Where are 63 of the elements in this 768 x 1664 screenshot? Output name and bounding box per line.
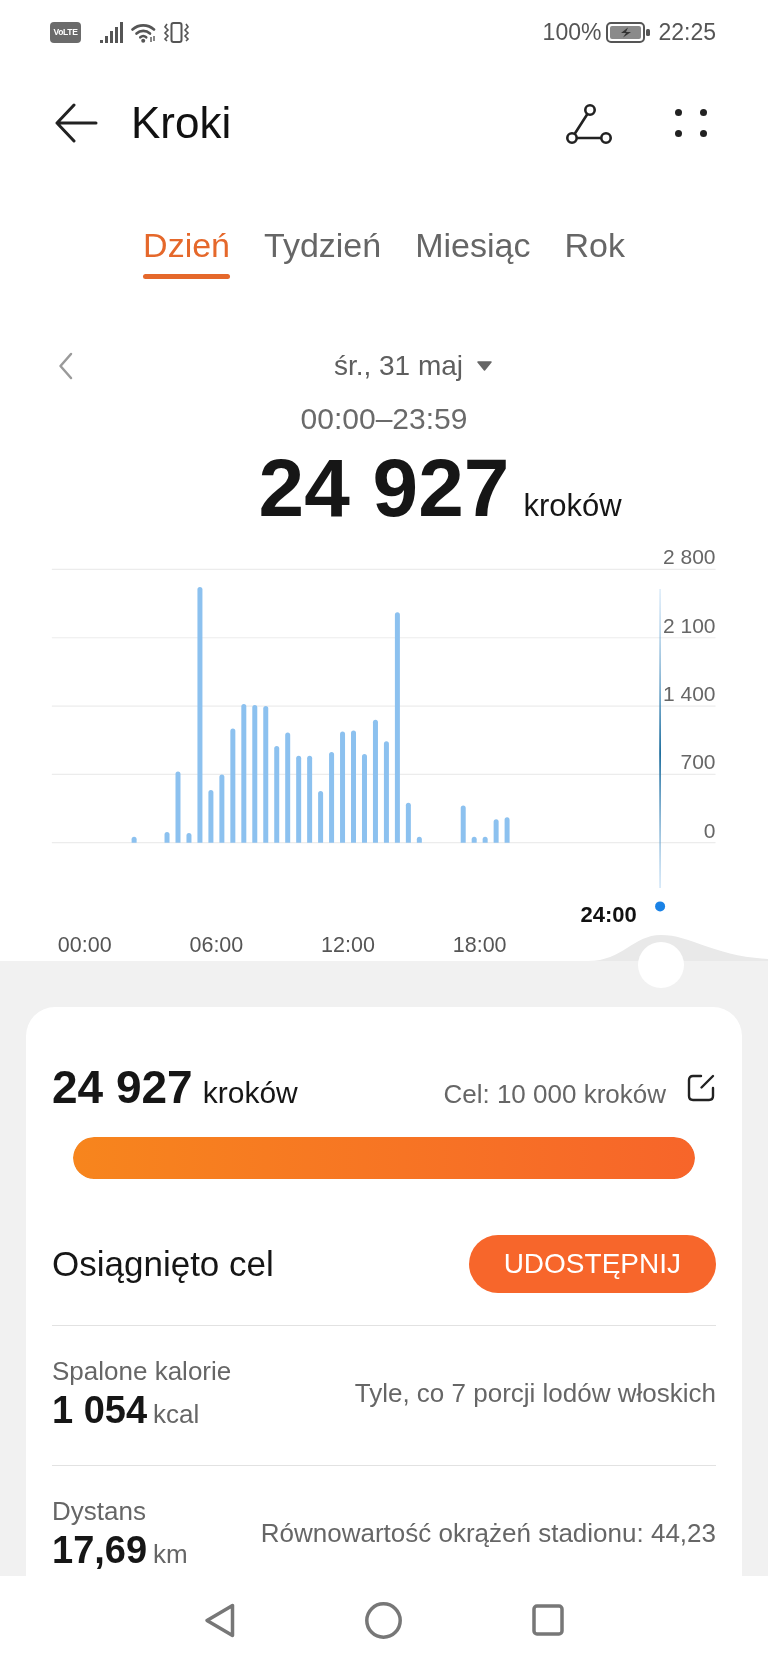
- vibrate-icon: [163, 21, 190, 43]
- stat-label: Spalone kalorie: [52, 1356, 232, 1387]
- caret-down-icon: [477, 361, 493, 371]
- chevron-left-icon[interactable]: [58, 352, 73, 380]
- y-axis-label: 0: [703, 818, 716, 842]
- battery-percent: 100%: [542, 18, 602, 46]
- chart-bar: [208, 790, 214, 843]
- chart-bar: [416, 836, 422, 843]
- goal-status: Osiągnięto cel: [52, 1244, 274, 1284]
- y-axis-label: 1 400: [662, 682, 716, 706]
- chart-bar: [482, 836, 488, 843]
- recent-apps-icon[interactable]: [532, 1604, 564, 1636]
- signal-icon: [100, 21, 123, 43]
- stat-value: 1 054: [52, 1391, 148, 1429]
- period-tab[interactable]: Dzień: [143, 225, 230, 279]
- chart-bar: [493, 819, 499, 843]
- chart-bar: [164, 831, 170, 843]
- clock-time: 22:25: [658, 18, 716, 46]
- x-axis-label: 06:00: [189, 933, 244, 958]
- steps-unit: kroków: [523, 488, 622, 524]
- stat-comparison: Równowartość okrążeń stadionu: 44,23: [260, 1517, 716, 1549]
- chart-bar: [471, 836, 477, 843]
- cursor-dot-icon: [655, 901, 666, 912]
- x-axis-label: 12:00: [321, 933, 375, 958]
- share-button[interactable]: UDOSTĘPNIJ: [468, 1235, 716, 1293]
- chart-bar: [186, 832, 192, 843]
- y-axis-label: 2 100: [662, 613, 716, 637]
- volte-badge: VoLTE: [50, 21, 81, 43]
- y-axis-label: 700: [680, 750, 716, 774]
- home-icon[interactable]: [365, 1601, 402, 1639]
- x-axis-label: 00:00: [57, 933, 112, 958]
- wifi-icon: [131, 21, 157, 43]
- stat-unit: kcal: [153, 1399, 200, 1430]
- more-menu-icon[interactable]: [675, 109, 707, 137]
- battery-icon: [606, 21, 651, 43]
- cursor-time-label: 24:00: [580, 902, 637, 927]
- period-tab[interactable]: Rok: [564, 225, 625, 279]
- edit-icon[interactable]: [686, 1073, 716, 1103]
- back-icon[interactable]: [204, 1602, 235, 1638]
- chart-bar: [405, 802, 411, 843]
- chart-bar: [175, 771, 181, 843]
- x-axis-label: 18:00: [452, 933, 507, 958]
- period-tab[interactable]: Miesiąc: [415, 225, 531, 279]
- steps-count: 24 927: [52, 1064, 193, 1110]
- stat-label: Dystans: [52, 1496, 147, 1527]
- chart-bar: [131, 836, 137, 843]
- connected-nodes-icon[interactable]: [566, 102, 612, 144]
- chart-bar: [318, 790, 324, 843]
- chart-bar: [504, 817, 510, 843]
- page-title: Kroki: [131, 99, 232, 147]
- total-steps: 24 927: [258, 447, 510, 529]
- stat-comparison: Tyle, co 7 porcji lodów włoskich: [354, 1377, 716, 1409]
- period-tab[interactable]: Tydzień: [264, 225, 382, 279]
- stat-unit: km: [153, 1539, 188, 1570]
- back-arrow-icon[interactable]: [55, 103, 98, 143]
- chart-bar: [219, 774, 225, 843]
- steps-unit: kroków: [202, 1076, 298, 1110]
- date-selector[interactable]: śr., 31 maj: [333, 349, 493, 383]
- time-range: 00:00–23:59: [300, 402, 468, 436]
- goal-text: Cel: 10 000 kroków: [443, 1079, 666, 1110]
- chart-bar: [460, 805, 466, 843]
- y-axis-label: 2 800: [662, 545, 716, 569]
- stat-value: 17,69: [52, 1531, 148, 1569]
